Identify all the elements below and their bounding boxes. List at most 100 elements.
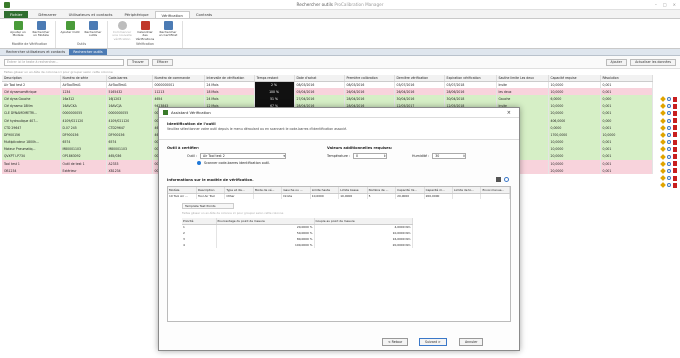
delete-icon[interactable] — [673, 161, 677, 167]
table-cell: 10,0000 — [548, 160, 601, 168]
back-button[interactable]: < Retour — [382, 338, 409, 346]
temperature-stepper[interactable]: 0 ⇕ — [353, 153, 388, 159]
table-cell: Air Tool test 2 — [2, 81, 61, 89]
info-icon[interactable] — [667, 176, 671, 181]
edit-icon[interactable] — [660, 110, 666, 117]
edit-icon[interactable] — [660, 132, 666, 138]
add-tool-button[interactable]: Ajouter Outil — [60, 21, 80, 41]
model-cell: Droite — [281, 193, 311, 199]
table-row[interactable]: Clé dyna Gauche 16a312 16j1203 4654 24 Mois 5… — [2, 95, 653, 103]
find-button[interactable]: Trouver — [127, 58, 149, 66]
edit-icon[interactable] — [660, 182, 666, 189]
refresh-data-button[interactable]: Actualiser les données — [630, 58, 676, 66]
info-icon[interactable] — [667, 161, 671, 166]
table-cell: AirToolTest1 — [60, 81, 107, 89]
model-row[interactable]: 10 Tool Air ... Tool Air Tool Other Droite 1… — [168, 193, 510, 199]
cancel-button[interactable]: Annuler — [459, 338, 484, 346]
table-cell: DF900156 — [2, 131, 61, 139]
tab-verification[interactable]: Vérification — [154, 11, 190, 18]
tab-peripheral[interactable]: Périphérique — [119, 11, 155, 18]
clear-button[interactable]: Effacer — [151, 58, 174, 66]
tab-start[interactable]: Démarrer — [32, 11, 62, 18]
new-verification-button[interactable]: Commencer une nouvelle vérification — [112, 21, 132, 41]
window-title-suffix: ProCalibration Manager — [334, 2, 384, 7]
model-cell: Tool Air Tool — [196, 193, 226, 199]
delete-icon[interactable] — [673, 154, 677, 159]
search-tools-button[interactable]: Rechercher outils — [83, 21, 103, 41]
maximize-button[interactable]: □ — [663, 2, 667, 7]
test-points-tab[interactable]: Template Test Points — [182, 203, 234, 209]
scan-option[interactable]: Scanner code-barres identification outil… — [167, 161, 317, 165]
table-row[interactable]: Air Tool test 2 AirToolTest1 AirToolTest1 0… — [2, 81, 653, 89]
info-icon[interactable] — [667, 183, 671, 188]
table-row[interactable]: Clé dynamométrique 1234 5165432 11213 18 Moi… — [2, 88, 653, 96]
ribbon-group-template: Ajouter un Modèle Rechercher un Modèle M… — [4, 21, 56, 48]
info-icon[interactable] — [667, 132, 671, 137]
app-logo-icon — [4, 2, 10, 8]
delete-icon[interactable] — [673, 175, 677, 181]
dialog-header: Identification de l'outil Veuillez sélec… — [159, 118, 519, 140]
edit-icon[interactable] — [660, 153, 666, 160]
edit-icon[interactable] — [660, 124, 666, 131]
table-cell: 0,001 — [600, 124, 653, 132]
tool-select[interactable]: Air Tool test 2 ▾ — [199, 153, 286, 159]
edit-icon[interactable] — [660, 175, 666, 181]
search-template-button[interactable]: Rechercher un Modèle — [31, 21, 51, 41]
info-icon[interactable] — [667, 168, 671, 173]
edit-icon[interactable] — [660, 139, 666, 145]
delete-icon[interactable] — [673, 110, 677, 116]
minimize-button[interactable]: – — [655, 2, 657, 7]
edit-icon[interactable] — [660, 96, 666, 102]
doc-tab-search-tools[interactable]: Rechercher outils — [69, 49, 107, 55]
info-icon[interactable] — [667, 104, 671, 109]
delete-icon[interactable] — [673, 125, 677, 131]
add-template-button[interactable]: Ajouter un Modèle — [8, 21, 28, 41]
humidity-stepper[interactable]: 30 ⇕ — [432, 153, 467, 159]
delete-icon[interactable] — [673, 132, 677, 138]
doc-tab-users-contacts[interactable]: Rechercher utilisateurs et contacts — [2, 49, 69, 55]
edit-icon[interactable] — [660, 160, 666, 167]
edit-icon[interactable] — [660, 168, 666, 174]
tab-contracts[interactable]: Contrats — [190, 11, 218, 18]
delete-icon[interactable] — [673, 139, 677, 145]
search-certificate-button[interactable]: Rechercher un Certificat — [158, 21, 178, 41]
delete-icon[interactable] — [673, 168, 677, 174]
tab-users-contacts[interactable]: Utilisateurs et contacts — [63, 11, 119, 18]
delete-icon[interactable] — [673, 146, 677, 152]
edit-icon[interactable] — [660, 103, 666, 110]
info-icon[interactable] — [667, 125, 671, 130]
verification-calendar-button[interactable]: Calendrier des Vérifications — [135, 21, 155, 41]
ribbon-group-label: Modèle de Vérification — [11, 42, 48, 46]
table-cell: 11213 — [152, 88, 205, 96]
next-button[interactable]: Suivant > — [419, 338, 447, 346]
edit-icon[interactable] — [660, 146, 666, 153]
tab-file[interactable]: Fichier — [4, 11, 29, 18]
close-button[interactable]: × — [673, 2, 676, 7]
add-button[interactable]: Ajouter — [605, 58, 628, 66]
info-icon[interactable] — [667, 111, 671, 116]
delete-icon[interactable] — [673, 118, 677, 124]
delete-icon[interactable] — [673, 182, 677, 188]
search-input[interactable]: Entrer ici le texte à rechercher... — [4, 58, 124, 66]
info-icon[interactable] — [667, 140, 671, 145]
delete-icon[interactable] — [673, 96, 677, 102]
info-icon[interactable] — [667, 154, 671, 159]
dialog-close-button[interactable]: × — [507, 110, 511, 116]
delete-icon[interactable] — [673, 103, 677, 109]
info-icon[interactable] — [667, 118, 671, 123]
table-cell: CTD29647 — [106, 124, 153, 132]
ribbon-group-verification: Commencer une nouvelle vérification Cale… — [108, 21, 183, 48]
table-cell: Clé hydraulique 407... — [2, 116, 61, 125]
points-row[interactable]: 4 100,0000 % 20,0000 Nm — [182, 242, 413, 248]
edit-icon[interactable] — [660, 117, 666, 124]
zoom-icon[interactable] — [504, 177, 509, 182]
info-icon[interactable] — [667, 147, 671, 152]
table-cell: M80001103 — [60, 145, 107, 153]
printer-icon[interactable] — [496, 177, 501, 182]
row-actions — [660, 132, 677, 138]
table-cell: DF900156 — [106, 131, 153, 139]
row-actions — [660, 103, 677, 110]
info-icon[interactable] — [667, 97, 671, 101]
spin-icon: ⇕ — [462, 154, 466, 158]
table-cell: 08/03/2016 — [344, 81, 395, 89]
